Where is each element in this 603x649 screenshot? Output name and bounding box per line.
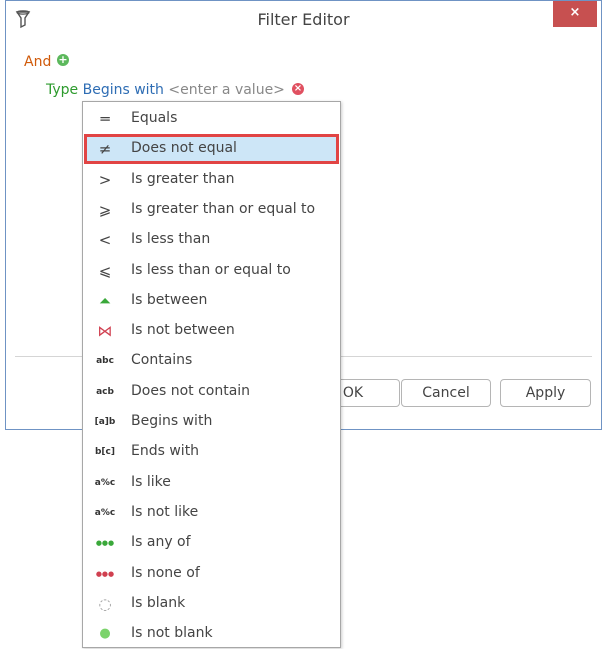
operator-option-label: Is not between (131, 322, 235, 339)
operator-option[interactable]: ≠ Does not equal (84, 134, 339, 165)
not-like-icon: a%c (94, 507, 116, 518)
operator-option[interactable]: ⩾ Is greater than or equal to (84, 195, 339, 225)
operator-option-label: Is blank (131, 594, 186, 611)
operator-option[interactable]: ⋈ Is not between (84, 316, 339, 346)
operator-option-label: Is greater than (131, 170, 235, 187)
operator-option[interactable]: < Is less than (84, 225, 339, 255)
operator-option-label: Begins with (131, 413, 213, 429)
operator-option[interactable]: > Is greater than (84, 165, 339, 195)
begins-with-icon: [a]b (94, 417, 116, 427)
operator-option-label: Is less than or equal to (131, 261, 291, 278)
condition-operator[interactable]: Begins with (83, 82, 164, 98)
operator-option[interactable]: [a]b Begins with (84, 407, 339, 437)
window-title: Filter Editor (257, 10, 350, 29)
operator-option-label: Is greater than or equal to (131, 200, 316, 217)
operator-option[interactable]: b[c] Ends with (84, 437, 339, 467)
like-icon: a%c (94, 477, 116, 488)
ends-with-icon: b[c] (94, 447, 115, 458)
condition-field[interactable]: Type (46, 82, 78, 98)
between-icon: ⏶ (98, 291, 111, 310)
not-equal-icon: ≠ (98, 140, 112, 159)
operator-option[interactable]: acb Does not contain (84, 377, 339, 407)
operator-option[interactable]: ⩽ Is less than or equal to (84, 256, 339, 286)
not-blank-icon: ● (99, 626, 111, 642)
operator-option-label: Does not contain (131, 382, 251, 399)
none-of-icon: ●●● (95, 569, 115, 578)
less-than-icon: < (98, 231, 112, 250)
equals-icon: ═ (100, 110, 110, 128)
less-equal-icon: ⩽ (98, 261, 112, 280)
greater-than-icon: > (98, 170, 112, 189)
operator-option[interactable]: a%c Is not like (84, 498, 339, 528)
add-condition-button[interactable]: + (57, 54, 69, 66)
apply-button[interactable]: Apply (500, 379, 591, 407)
operator-option-label: Is like (131, 473, 171, 490)
title-bar: Filter Editor × (6, 1, 601, 37)
operator-option[interactable]: ⏶ Is between (84, 286, 339, 316)
greater-equal-icon: ⩾ (98, 200, 112, 219)
operator-option-label: Is less than (131, 231, 211, 248)
condition-row: Type Begins with <enter a value> (46, 82, 285, 98)
operator-option-label: Does not equal (131, 140, 237, 157)
not-between-icon: ⋈ (97, 322, 113, 341)
operator-option-label: Is between (131, 291, 208, 308)
operator-option-label: Equals (131, 110, 178, 126)
remove-condition-button[interactable]: × (292, 83, 304, 95)
close-button[interactable]: × (553, 1, 597, 27)
operator-option[interactable]: abc Contains (84, 346, 339, 376)
operator-option-label: Is not like (131, 503, 199, 520)
operator-option[interactable]: ═ Equals (84, 104, 339, 134)
operator-option-label: Is none of (131, 564, 200, 581)
operator-option[interactable]: ●●● Is none of (84, 559, 339, 589)
operator-option-label: Ends with (131, 443, 200, 460)
cancel-button[interactable]: Cancel (401, 379, 491, 407)
operator-dropdown: ═ Equals ≠ Does not equal > Is greater than ⩾ I… (82, 101, 341, 648)
operator-option-label: Is not blank (131, 625, 213, 642)
operator-option[interactable]: ● Is not blank (84, 619, 339, 649)
operator-option-label: Is any of (131, 534, 191, 551)
operator-option[interactable]: a%c Is like (84, 468, 339, 498)
condition-value[interactable]: <enter a value> (168, 82, 285, 98)
blank-icon: ◌ (98, 594, 112, 613)
operator-option-label: Contains (131, 352, 193, 369)
contains-icon: abc (96, 356, 114, 367)
operator-option[interactable]: ◌ Is blank (84, 589, 339, 619)
not-contains-icon: acb (96, 386, 114, 397)
group-operator[interactable]: And (24, 54, 51, 70)
operator-option[interactable]: ●●● Is any of (84, 528, 339, 558)
any-of-icon: ●●● (95, 539, 115, 548)
